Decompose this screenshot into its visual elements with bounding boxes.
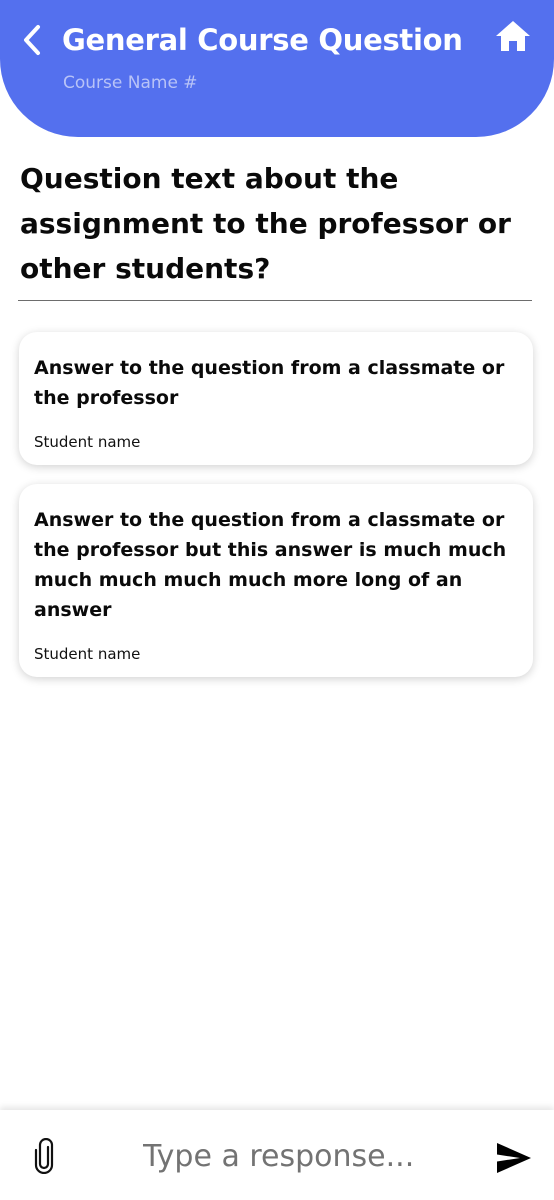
answer-author: Student name [34,645,141,663]
send-button[interactable] [494,1138,534,1178]
response-input[interactable] [140,1134,473,1178]
course-name: Course Name # [63,73,198,93]
home-icon [496,21,530,51]
answer-text: Answer to the question from a classmate … [34,357,505,409]
answer-author: Student name [34,433,141,451]
chevron-left-icon [24,25,40,55]
question-text: Question text about the assignment to th… [20,162,511,285]
attach-button[interactable] [26,1136,62,1176]
header-bar: General Course Question Course Name # [0,0,554,137]
compose-bar [0,1110,554,1200]
paperclip-icon [34,1138,54,1174]
answer-card[interactable]: Answer to the question from a classmate … [19,484,533,677]
divider [18,300,532,301]
back-button[interactable] [16,20,48,60]
answer-list: Answer to the question from a classmate … [19,332,533,696]
answer-text: Answer to the question from a classmate … [34,509,507,621]
page-title: General Course Question [62,23,463,57]
send-icon [497,1143,531,1173]
home-button[interactable] [492,16,534,56]
answer-card[interactable]: Answer to the question from a classmate … [19,332,533,465]
